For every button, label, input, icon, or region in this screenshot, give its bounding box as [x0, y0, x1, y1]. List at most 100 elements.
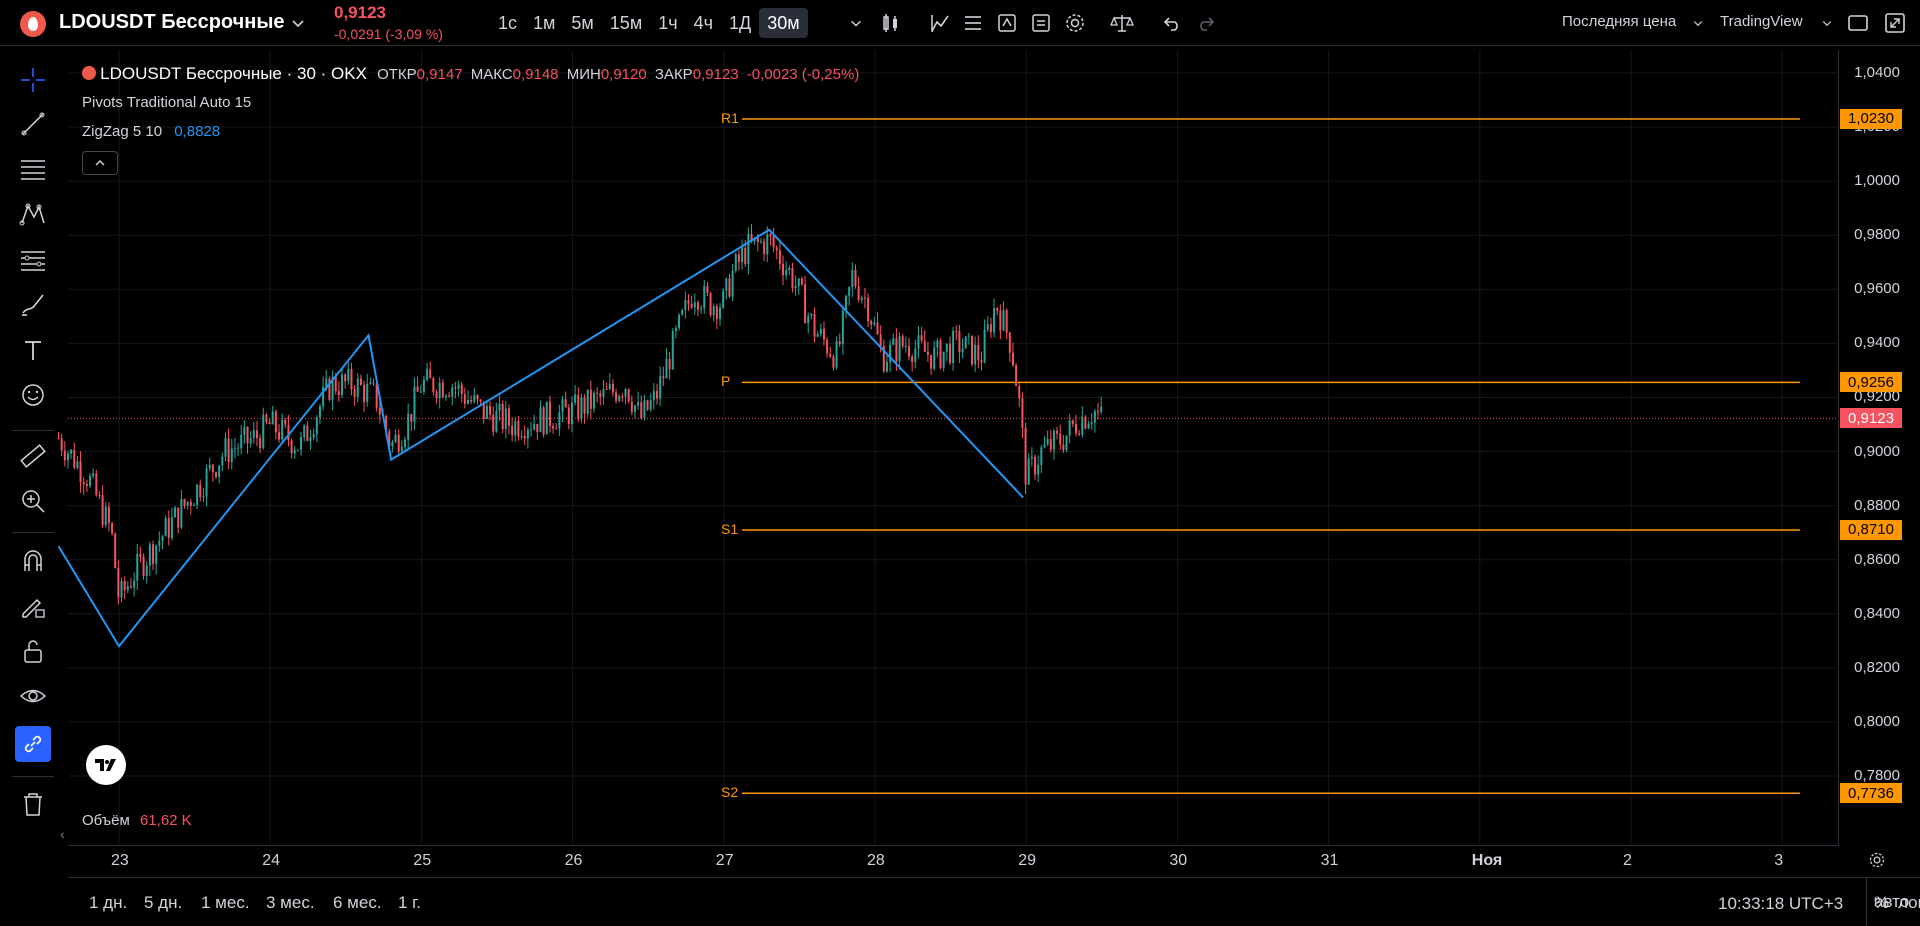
candle: [526, 427, 529, 449]
candle: [845, 294, 848, 319]
candle: [999, 304, 1002, 340]
candle: [158, 531, 161, 552]
price-axis-label: 0,7800: [1854, 767, 1900, 784]
candle: [278, 424, 281, 443]
candle: [372, 378, 375, 387]
candle: [391, 439, 394, 453]
candle: [498, 395, 501, 422]
candle: [170, 507, 173, 541]
pivot-r1-label: R1: [721, 109, 739, 126]
candle: [1005, 308, 1008, 340]
collapse-legend-button[interactable]: [82, 151, 118, 175]
candle: [800, 276, 803, 286]
clock[interactable]: 10:33:18 UTC+3: [1718, 894, 1843, 914]
candle: [627, 388, 630, 404]
candle: [665, 348, 668, 379]
candle: [504, 401, 507, 439]
candle: [422, 375, 425, 396]
candle: [558, 404, 561, 437]
candle: [630, 395, 633, 416]
candle: [98, 491, 101, 500]
candle: [955, 325, 958, 341]
volume-label: Объём: [82, 812, 130, 829]
candle: [961, 338, 964, 359]
candle: [952, 326, 955, 371]
candle: [306, 421, 309, 442]
indicator-legend-zigzag[interactable]: ZigZag 5 10 0,8828: [82, 123, 220, 140]
candle: [652, 383, 655, 410]
candle: [602, 379, 605, 405]
candle: [684, 291, 687, 319]
candle: [1037, 455, 1040, 483]
range-5d-button[interactable]: 5 дн.: [144, 893, 182, 913]
candle: [876, 312, 879, 336]
range-1y-button[interactable]: 1 г.: [398, 893, 421, 913]
volume-legend[interactable]: Объём 61,62 K: [82, 812, 192, 829]
range-3m-button[interactable]: 3 мес.: [266, 893, 315, 913]
candle: [851, 262, 854, 297]
time-axis[interactable]: 23 24 25 26 27 28 29 30 31 Ноя 2 3: [68, 845, 1838, 875]
candle: [974, 336, 977, 373]
range-1m-button[interactable]: 1 мес.: [201, 893, 250, 913]
bottom-toolbar: 1 дн. 5 дн. 1 мес. 3 мес. 6 мес. 1 г. 10…: [68, 877, 1920, 926]
pivot-p-label: P: [721, 373, 731, 390]
chart-grid: [68, 50, 1838, 845]
candle: [394, 429, 397, 444]
candle: [841, 305, 844, 355]
candle: [860, 295, 863, 304]
candle: [183, 498, 186, 509]
candle: [709, 291, 712, 317]
candle: [180, 489, 183, 530]
candle: [1052, 428, 1055, 460]
auto-toggle[interactable]: авто: [1874, 892, 1909, 912]
candle: [523, 425, 526, 446]
candle: [1097, 402, 1100, 420]
candle: [649, 393, 652, 412]
candle: [1018, 383, 1021, 408]
current-price-tag: 0,9123: [1840, 408, 1902, 429]
candle: [155, 544, 158, 575]
price-chart[interactable]: [0, 0, 1920, 926]
zigzag-polyline[interactable]: [57, 228, 1024, 648]
candle: [492, 406, 495, 437]
candle: [296, 449, 299, 451]
candle: [725, 277, 728, 300]
candle: [964, 336, 967, 349]
candle: [826, 337, 829, 358]
price-axis-label: 0,9400: [1854, 334, 1900, 352]
candle: [1093, 408, 1096, 433]
range-6m-button[interactable]: 6 мес.: [333, 893, 382, 913]
candle: [574, 385, 577, 406]
candle: [177, 507, 180, 534]
range-1d-button[interactable]: 1 дн.: [89, 893, 127, 913]
candle: [696, 300, 699, 317]
candle: [129, 578, 132, 589]
candle: [810, 313, 813, 320]
axis-settings-gear-icon[interactable]: [1868, 851, 1886, 874]
candle: [693, 293, 696, 315]
candle: [167, 510, 170, 546]
candle: [904, 336, 907, 353]
candle: [791, 262, 794, 293]
legend-change: -0,0023 (-0,25%): [746, 66, 860, 83]
candle: [870, 319, 873, 330]
candle: [350, 362, 353, 396]
tradingview-logo-icon[interactable]: [86, 745, 126, 785]
candle: [1008, 331, 1011, 362]
candle: [66, 450, 69, 469]
candle: [463, 387, 466, 409]
pivot-s1-label: S1: [721, 520, 739, 537]
candle: [366, 373, 369, 407]
candle: [722, 288, 725, 310]
candle: [221, 452, 224, 472]
candle: [95, 469, 98, 497]
symbol-legend: LDOUSDT Бессрочные · 30 · OKX ОТКР0,9147…: [82, 64, 859, 84]
candle: [73, 442, 76, 470]
candle: [923, 330, 926, 352]
candle: [552, 423, 555, 434]
candle: [397, 429, 400, 457]
high-value: 0,9148: [512, 66, 559, 83]
candle: [514, 417, 517, 443]
indicator-legend-pivots[interactable]: Pivots Traditional Auto 15: [82, 94, 251, 111]
price-axis[interactable]: 1,04001,02001,00000,98000,96000,94000,92…: [1838, 50, 1920, 846]
